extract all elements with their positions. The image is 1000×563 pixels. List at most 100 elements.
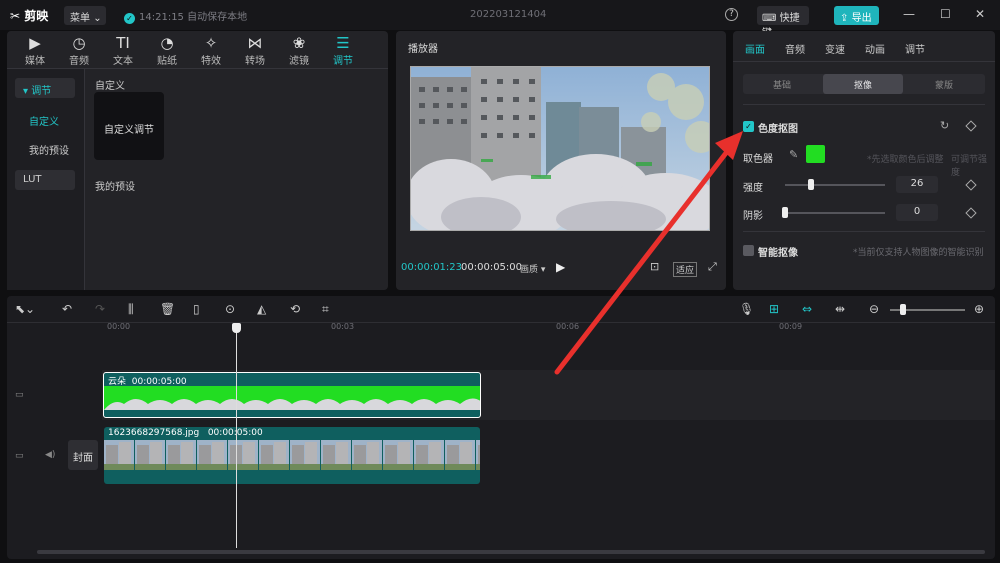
tab-sticker[interactable]: ◔ 贴纸 [146,34,188,67]
tab-prop-adjust[interactable]: 调节 [905,41,925,56]
check-icon: ✓ [124,13,135,24]
export-button[interactable]: ⇪ 导出 [834,6,879,25]
fullscreen-icon[interactable]: ⤢ [708,260,717,274]
help-icon[interactable]: ? [725,8,738,21]
ruler-tick: 00:09 [779,322,803,331]
picker-label: 取色器 [743,154,773,165]
player-title: 播放器 [408,44,438,55]
close-icon[interactable]: ✕ [975,7,985,21]
tab-effects[interactable]: ✧ 特效 [190,34,232,67]
clip-clouds[interactable]: 云朵 00:00:05:00 [103,372,481,418]
maximize-icon[interactable]: ☐ [940,7,951,21]
clip-photo[interactable]: 1623668297568.jpg 00:00:05:00 [104,427,480,484]
tab-label: 调节 [333,56,353,67]
sidebar-item-label: 调节 [31,86,52,97]
intensity-slider[interactable] [785,184,885,186]
intensity-input[interactable]: 26 [896,176,938,193]
reset-icon[interactable]: ↻ [940,119,949,132]
sidebar-item-adjust[interactable]: ▾ 调节 [15,78,75,98]
cover-label: 封面 [73,453,93,464]
tab-text[interactable]: TI 文本 [102,34,144,67]
clip-name: 1623668297568.jpg [108,428,200,438]
custom-adjust-card[interactable]: 自定义调节 [94,92,164,160]
tab-label: 转场 [245,56,265,67]
tab-animation[interactable]: 动画 [865,41,885,56]
smart-cutout-hint: *当前仅支持人物图像的智能识别 [853,248,984,258]
mirror-icon[interactable]: ◭ [257,302,266,316]
sub-tabs: 基础 抠像 蒙版 [743,74,985,94]
reverse-icon[interactable]: ⊙ [225,302,235,316]
shadow-slider-knob[interactable] [782,207,788,218]
cover-button[interactable]: 封面 [68,440,98,470]
menu-button[interactable]: 菜单 ⌄ [64,6,106,25]
mute-icon[interactable]: ◀) [45,450,55,460]
intensity-slider-knob[interactable] [808,179,814,190]
tab-adjust[interactable]: ☰ 调节 [322,34,364,67]
fit-button[interactable]: 适应 [673,262,698,277]
freeze-icon[interactable]: ▯ [193,302,200,316]
zoom-slider-knob[interactable] [900,304,906,315]
save-status: ✓ 14:21:15 自动保存本地 [124,8,247,24]
timeline-panel: ⬉⌄ ↶ ↷ ⫼ 🗑 ▯ ⊙ ◭ ⟲ ⌗ 🎙 ⊞ ⇔ ⇹ ⊖ ⊕ 00:00 0… [7,296,995,559]
picker-color-swatch[interactable] [806,145,825,163]
subtab-mask[interactable]: 蒙版 [935,78,953,91]
redo-icon[interactable]: ↷ [95,302,105,316]
section-title-custom: 自定义 [95,81,125,92]
zoom-out-icon[interactable]: ⊖ [869,302,879,316]
smart-cutout-checkbox[interactable] [743,245,754,256]
audio-icon: ◷ [72,34,86,52]
subtab-cutout[interactable]: 抠像 [823,74,903,94]
tab-media[interactable]: ▶ 媒体 [14,34,56,67]
crop-icon[interactable]: ⌗ [322,302,329,317]
clip-thumbnails [104,386,480,410]
shortcut-button[interactable]: ⌨ 快捷键 [757,6,809,39]
sidebar-item-my-presets[interactable]: 我的预设 [21,138,81,158]
current-time: 00:00:01:23 [401,262,463,273]
play-icon[interactable]: ▶ [556,260,565,274]
video-preview[interactable] [410,66,710,231]
tab-transition[interactable]: ⋈ 转场 [234,34,276,67]
tab-label: 文本 [113,56,133,67]
preview-axis-icon[interactable]: ⇹ [835,302,845,316]
subtab-basic[interactable]: 基础 [773,78,791,91]
split-icon[interactable]: ⫼ [128,302,134,317]
tab-prop-audio[interactable]: 音频 [785,41,805,56]
sidebar-item-lut[interactable]: LUT [15,170,75,190]
delete-icon[interactable]: 🗑 [160,302,175,316]
microphone-icon[interactable]: 🎙 [739,302,754,316]
quality-select[interactable]: 画质 ▾ [520,262,545,275]
tab-speed[interactable]: 变速 [825,41,845,56]
divider [733,61,995,62]
undo-icon[interactable]: ↶ [62,302,72,316]
select-tool-icon[interactable]: ⬉⌄ [15,302,35,316]
track-video-icon: ▭ [15,451,24,461]
timeline-scrollbar[interactable] [37,550,985,554]
sidebar-item-custom[interactable]: 自定义 [21,109,81,129]
tab-label: 滤镜 [289,56,309,67]
tab-filter[interactable]: ❀ 滤镜 [278,34,320,67]
magnet-icon[interactable]: ⊞ [769,302,779,316]
tab-picture[interactable]: 画面 [745,41,765,56]
keyframe-icon[interactable] [965,179,977,191]
sidebar-item-label: LUT [23,174,42,185]
minimize-icon[interactable]: — [903,7,915,21]
track-video-icon: ▭ [15,390,24,400]
capcut-logo-icon: ✂ [10,9,21,23]
keyframe-icon[interactable] [965,120,977,132]
zoom-in-icon[interactable]: ⊕ [974,302,984,316]
playhead[interactable] [236,326,237,548]
playhead-handle[interactable] [232,323,241,333]
tab-audio[interactable]: ◷ 音频 [58,34,100,67]
rotate-icon[interactable]: ⟲ [290,302,300,316]
link-icon[interactable]: ⇔ [802,302,812,316]
chroma-key-checkbox[interactable]: ✓ [743,121,754,132]
picker-hint-2: 可调节强度 [951,155,988,178]
tab-label: 贴纸 [157,56,177,67]
keyframe-icon[interactable] [965,207,977,219]
intensity-label: 强度 [743,183,763,194]
eyedropper-icon[interactable]: ✎ [789,148,798,161]
waveform-icon[interactable]: ⊡ [650,260,659,273]
shadow-input[interactable]: 0 [896,204,938,221]
total-time: 00:00:05:00 [461,262,523,273]
shadow-slider[interactable] [785,212,885,214]
